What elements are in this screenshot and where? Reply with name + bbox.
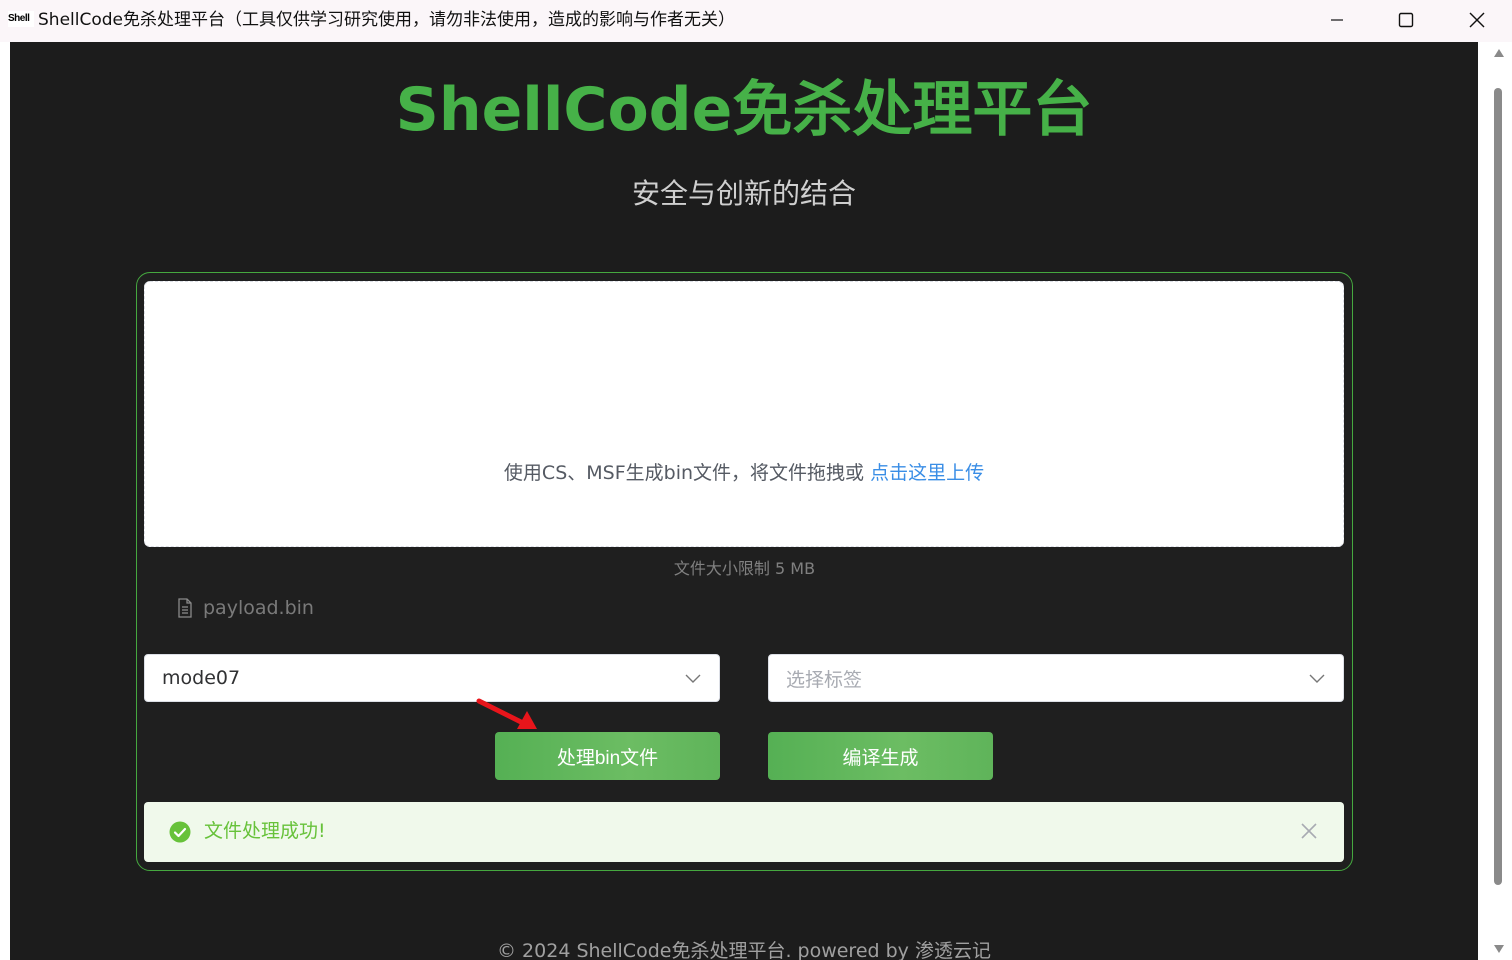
maximize-icon bbox=[1398, 12, 1414, 28]
check-circle-icon bbox=[169, 821, 191, 843]
close-icon[interactable] bbox=[1301, 823, 1317, 839]
window-title: ShellCode免杀处理平台（工具仅供学习研究使用，请勿非法使用，造成的影响与… bbox=[38, 10, 735, 30]
footer-copyright: © 2024 ShellCode免杀处理平台. powered by 渗透云记 bbox=[497, 940, 991, 960]
upload-instruction: 使用CS、MSF生成bin文件，将文件拖拽或 点击这里上传 bbox=[145, 460, 1343, 486]
close-icon bbox=[1469, 12, 1485, 28]
tag-select[interactable]: 选择标签 bbox=[768, 654, 1344, 702]
chevron-down-icon bbox=[1309, 674, 1325, 683]
tag-select-placeholder: 选择标签 bbox=[786, 668, 863, 691]
chevron-down-icon bbox=[685, 674, 701, 683]
red-arrow-annotation bbox=[476, 698, 537, 729]
compile-button[interactable]: 编译生成 bbox=[768, 732, 993, 780]
app-content: ShellCode免杀处理平台 安全与创新的结合 使用CS、MSF生成bin文件… bbox=[10, 42, 1478, 960]
upload-dropzone[interactable]: 使用CS、MSF生成bin文件，将文件拖拽或 点击这里上传 bbox=[144, 281, 1344, 547]
scrollbar-thumb[interactable] bbox=[1494, 88, 1502, 885]
alert-message: 文件处理成功! bbox=[204, 820, 326, 842]
upload-link[interactable]: 点击这里上传 bbox=[870, 462, 984, 484]
upload-instruction-text: 使用CS、MSF生成bin文件，将文件拖拽或 bbox=[503, 462, 871, 484]
app-icon: Shell bbox=[8, 11, 34, 27]
success-alert: 文件处理成功! bbox=[144, 802, 1344, 862]
uploaded-file-item[interactable]: payload.bin bbox=[177, 593, 314, 623]
scroll-up-arrow-icon[interactable] bbox=[1493, 48, 1505, 58]
vertical-scrollbar[interactable] bbox=[1478, 42, 1512, 960]
maximize-button[interactable] bbox=[1371, 0, 1441, 40]
main-card: 使用CS、MSF生成bin文件，将文件拖拽或 点击这里上传 文件大小限制 5 M… bbox=[136, 272, 1353, 871]
minimize-icon bbox=[1331, 19, 1343, 21]
document-icon bbox=[178, 598, 192, 618]
upload-size-limit: 文件大小限制 5 MB bbox=[673, 559, 816, 578]
minimize-button[interactable] bbox=[1302, 0, 1372, 40]
process-bin-button[interactable]: 处理bin文件 bbox=[495, 732, 720, 780]
close-window-button[interactable] bbox=[1442, 0, 1512, 40]
scroll-down-arrow-icon[interactable] bbox=[1493, 944, 1505, 954]
mode-select[interactable]: mode07 bbox=[144, 654, 720, 702]
page-title: ShellCode免杀处理平台 bbox=[395, 75, 1093, 145]
page-subtitle: 安全与创新的结合 bbox=[631, 177, 856, 210]
uploaded-file-name: payload.bin bbox=[203, 597, 314, 619]
window-titlebar: Shell ShellCode免杀处理平台（工具仅供学习研究使用，请勿非法使用，… bbox=[0, 0, 1512, 42]
mode-select-value: mode07 bbox=[162, 667, 241, 689]
